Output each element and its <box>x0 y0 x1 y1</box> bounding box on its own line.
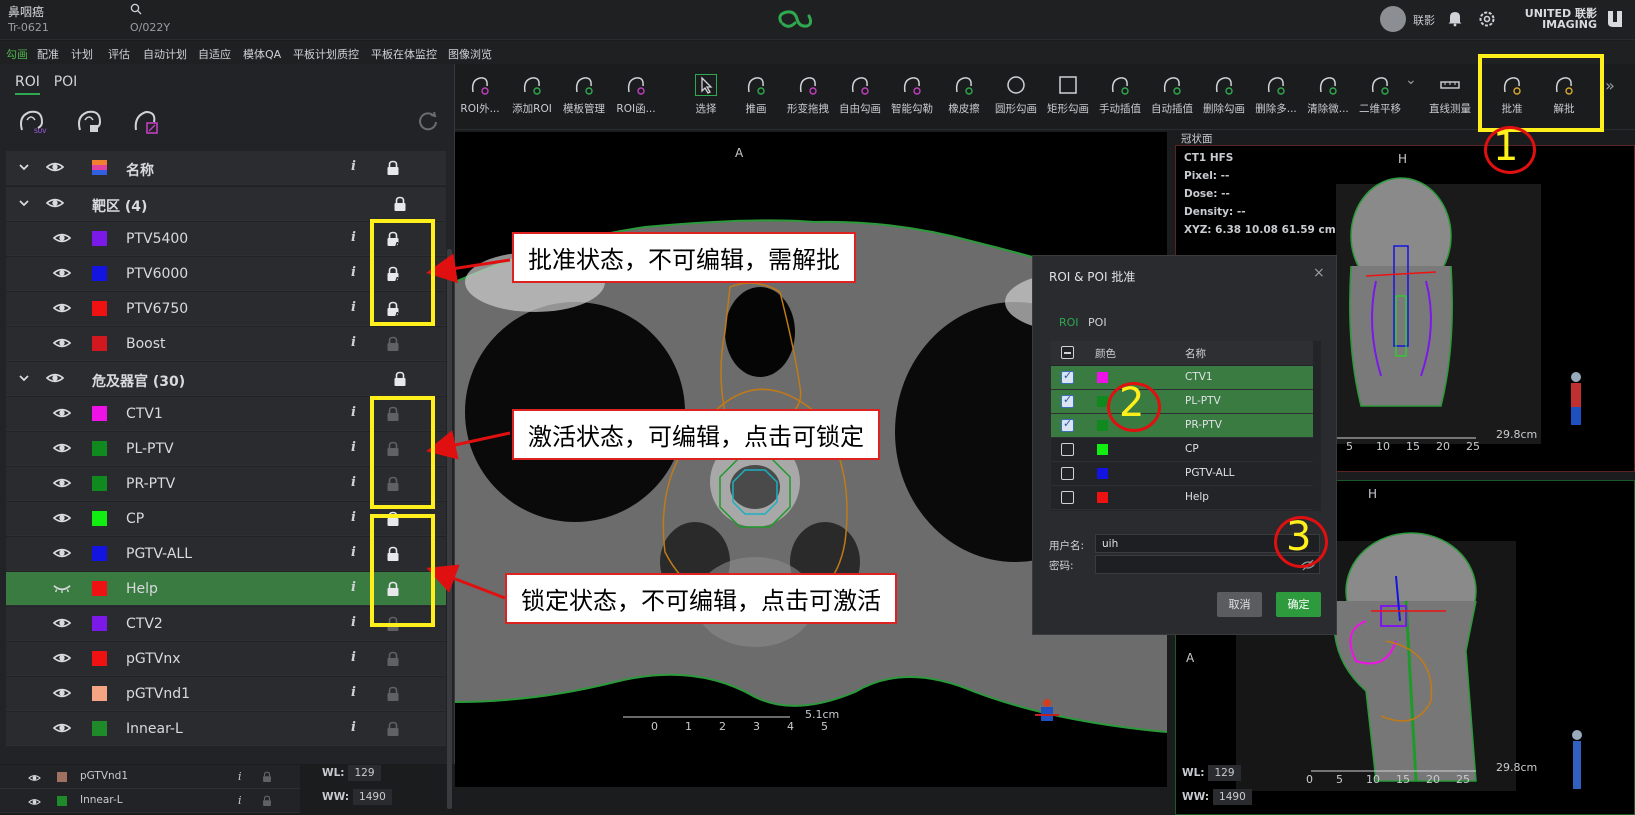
arrow-approved <box>426 253 511 284</box>
highlight-active-locks <box>370 396 435 509</box>
roi-color-swatch <box>1097 372 1108 383</box>
roi-name: PR-PTV <box>1185 419 1222 431</box>
roi-color-swatch <box>1097 444 1108 455</box>
confirm-button[interactable]: 确定 <box>1276 592 1321 617</box>
roi-checkbox[interactable] <box>1061 417 1074 432</box>
dialog-table-header: 颜色 名称 <box>1051 341 1313 365</box>
dialog-col-color: 颜色 <box>1095 348 1116 360</box>
dialog-roi-row[interactable]: PR-PTV <box>1051 414 1313 438</box>
roi-color-swatch <box>1097 420 1108 431</box>
dialog-col-name: 名称 <box>1185 348 1206 360</box>
roi-name: Help <box>1185 491 1209 503</box>
callout-locked: 锁定状态，不可编辑，点击可激活 <box>505 573 897 624</box>
roi-checkbox[interactable] <box>1061 443 1074 456</box>
password-label: 密码: <box>1049 560 1074 572</box>
step-1-number: 1 <box>1493 124 1519 170</box>
roi-checkbox[interactable] <box>1061 467 1074 480</box>
highlight-approve-buttons <box>1478 54 1604 132</box>
dialog-roi-row[interactable]: PL-PTV <box>1051 390 1313 414</box>
callout-approved: 批准状态，不可编辑，需解批 <box>512 232 856 283</box>
dialog-roi-row[interactable]: CP <box>1051 438 1313 462</box>
roi-checkbox[interactable] <box>1061 369 1074 384</box>
roi-name: CP <box>1185 443 1199 455</box>
roi-color-swatch <box>1097 468 1108 479</box>
dialog-tab-roi[interactable]: ROI <box>1059 316 1079 329</box>
callout-active: 激活状态，可编辑，点击可锁定 <box>512 409 880 460</box>
dialog-roi-row[interactable]: PGTV-ALL <box>1051 462 1313 486</box>
roi-checkbox[interactable] <box>1061 393 1074 408</box>
dialog-title: ROI & POI 批准 <box>1049 270 1136 284</box>
dialog-tab-poi[interactable]: POI <box>1088 316 1107 329</box>
arrow-locked <box>426 564 506 600</box>
dialog-roi-row[interactable]: Help <box>1051 486 1313 510</box>
select-all-checkbox[interactable] <box>1061 346 1074 359</box>
close-icon[interactable]: × <box>1313 265 1325 281</box>
roi-name: PGTV-ALL <box>1185 467 1235 479</box>
dialog-tab-strip: ROI POI <box>1059 316 1113 329</box>
step-3-number: 3 <box>1286 514 1312 560</box>
arrow-active <box>426 430 511 460</box>
cancel-button[interactable]: 取消 <box>1217 592 1262 617</box>
approve-dialog: ROI & POI 批准 × ROI POI 颜色 名称 CTV1 PL-PTV P… <box>1032 255 1337 635</box>
dialog-roi-row[interactable]: CTV1 <box>1051 366 1313 390</box>
username-label: 用户名: <box>1049 540 1085 552</box>
roi-name: PL-PTV <box>1185 395 1221 407</box>
roi-checkbox[interactable] <box>1061 491 1074 504</box>
roi-name: CTV1 <box>1185 371 1213 383</box>
annotation-arrows <box>426 253 511 600</box>
step-2-number: 2 <box>1119 380 1145 426</box>
roi-color-swatch <box>1097 492 1108 503</box>
dialog-roi-table: 颜色 名称 CTV1 PL-PTV PR-PTV CP PGTV-ALL Help <box>1051 341 1321 511</box>
highlight-locked-locks <box>370 514 435 627</box>
highlight-approved-locks <box>370 219 435 326</box>
